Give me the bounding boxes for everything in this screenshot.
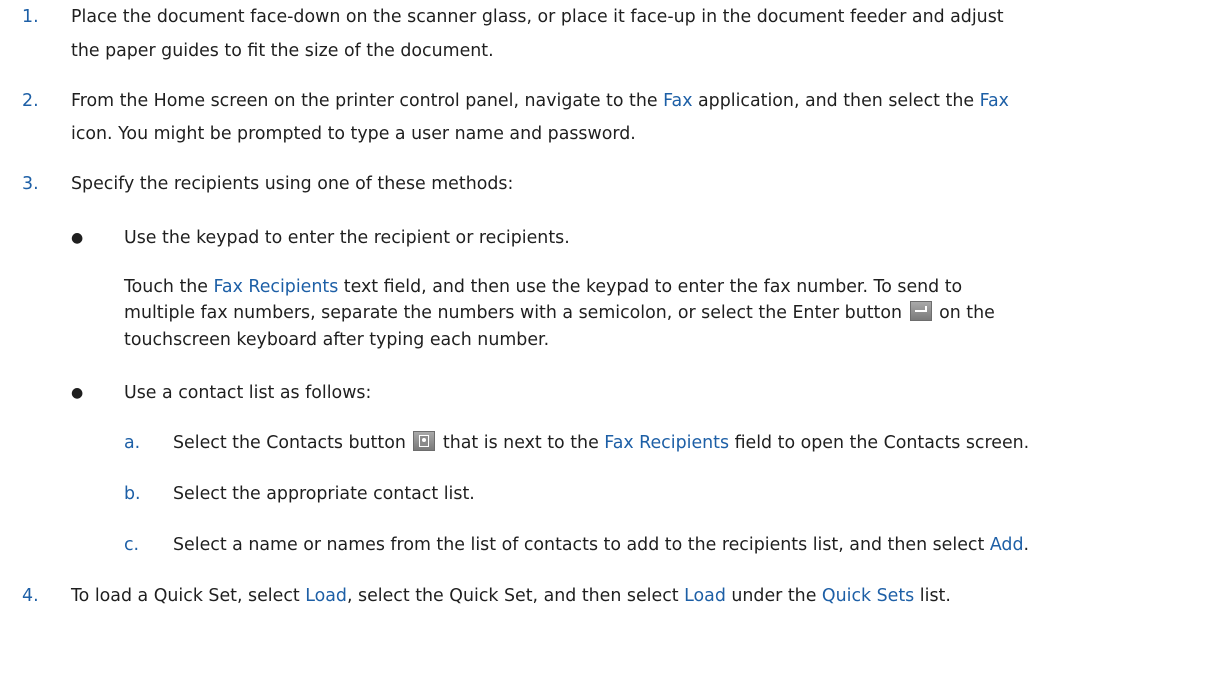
- contacts-icon: [413, 431, 436, 451]
- step-4-text-d: list.: [914, 586, 951, 606]
- bullet-1-para-text-b: text field, and then use the keypad to e…: [338, 277, 963, 297]
- bullet-1-para-line-1: Touch the Fax Recipients text field, and…: [124, 274, 962, 300]
- substep-a-text-c: field to open the Contacts screen.: [729, 433, 1030, 453]
- substep-c-line: Select a name or names from the list of …: [173, 532, 1029, 558]
- bullet-1-text: Use the keypad to enter the recipient or…: [124, 228, 570, 248]
- substep-letter-a: a.: [124, 433, 141, 453]
- enter-key-icon: [909, 301, 932, 321]
- bullet-1-para-line-2-text-a: multiple fax numbers, separate the numbe…: [124, 303, 903, 323]
- bullet-1-para-line-2-text-b: on the: [939, 303, 995, 323]
- substep-c-text-b: .: [1023, 535, 1030, 555]
- load-link-2[interactable]: Load: [684, 586, 726, 606]
- step-2-line-2: icon. You might be prompted to type a us…: [71, 124, 636, 144]
- load-link-1[interactable]: Load: [305, 586, 347, 606]
- substep-letter-b: b.: [124, 484, 141, 504]
- substep-a-line: Select the Contacts button that is next …: [173, 430, 1029, 456]
- step-4-line: To load a Quick Set, select Load, select…: [71, 583, 951, 609]
- step-4-text-b: , select the Quick Set, and then select: [346, 586, 685, 606]
- substep-a-text-b: that is next to the: [442, 433, 605, 453]
- bullet-1-para-text-a: Touch the: [124, 277, 214, 297]
- step-number-4: 4.: [22, 586, 39, 606]
- step-2-text-b: application, and then select the: [692, 91, 980, 111]
- substep-letter-c: c.: [124, 535, 140, 555]
- fax-recipients-link[interactable]: Fax Recipients: [214, 277, 339, 297]
- bullet-1-para-line-3: touchscreen keyboard after typing each n…: [124, 330, 550, 350]
- step-2-text-a: From the Home screen on the printer cont…: [71, 91, 664, 111]
- step-4-text-a: To load a Quick Set, select: [71, 586, 306, 606]
- substep-c-text-a: Select a name or names from the list of …: [173, 535, 990, 555]
- substep-b-line: Select the appropriate contact list.: [173, 484, 475, 504]
- bullet-2-symbol: ●: [71, 385, 84, 401]
- bullet-2-text: Use a contact list as follows:: [124, 383, 372, 403]
- fax-icon-link[interactable]: Fax: [980, 91, 1009, 111]
- quick-sets-link[interactable]: Quick Sets: [822, 586, 914, 606]
- step-number-1: 1.: [22, 7, 39, 27]
- step-number-3: 3.: [22, 174, 39, 194]
- step-1-line-2: the paper guides to fit the size of the …: [71, 41, 494, 61]
- add-link[interactable]: Add: [990, 535, 1024, 555]
- fax-recipients-field-link[interactable]: Fax Recipients: [604, 433, 729, 453]
- step-3-line-1: Specify the recipients using one of thes…: [71, 174, 514, 194]
- fax-application-link[interactable]: Fax: [663, 91, 692, 111]
- step-4-text-c: under the: [725, 586, 822, 606]
- bullet-1-para-line-2: multiple fax numbers, separate the numbe…: [124, 300, 995, 326]
- step-number-2: 2.: [22, 91, 39, 111]
- bullet-1-symbol: ●: [71, 230, 84, 246]
- substep-a-text-a: Select the Contacts button: [173, 433, 406, 453]
- step-2-line-1: From the Home screen on the printer cont…: [71, 88, 1009, 114]
- step-1-line-1: Place the document face-down on the scan…: [71, 7, 1004, 27]
